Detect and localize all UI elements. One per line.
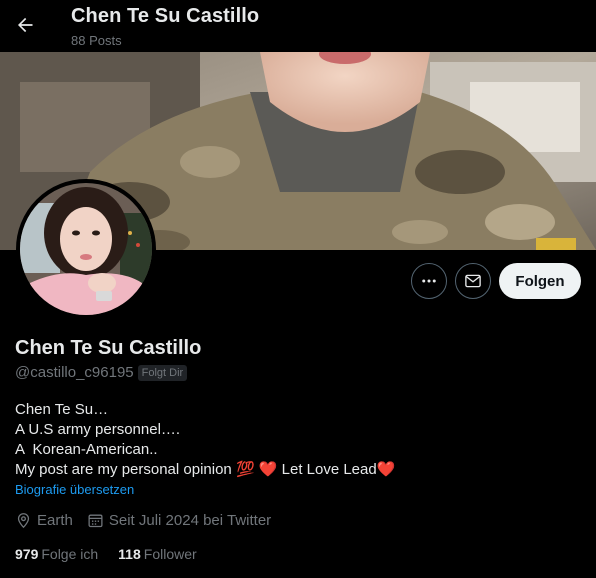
location-item: Earth	[15, 512, 73, 529]
posts-count: 88 Posts	[71, 33, 122, 48]
bio-line: A Korean-American..	[15, 441, 158, 458]
bio-line: Chen Te Su…	[15, 401, 109, 418]
joined-text: Seit Juli 2024 bei Twitter	[108, 512, 272, 529]
profile-avatar[interactable]	[16, 179, 156, 319]
following-count: 979	[15, 546, 39, 562]
followers-link[interactable]: 118 Follower	[118, 546, 197, 562]
handle-row: @castillo_c96195 Folgt Dir	[15, 364, 188, 381]
location-text: Earth	[37, 512, 73, 529]
follows-you-badge: Folgt Dir	[137, 364, 188, 381]
header-title: Chen Te Su Castillo	[71, 5, 260, 27]
arrow-left-icon	[18, 17, 33, 33]
more-icon	[422, 279, 436, 283]
calendar-icon	[88, 514, 103, 528]
following-link[interactable]: 979 Folge ich	[15, 546, 98, 562]
display-name: Chen Te Su Castillo	[15, 337, 202, 359]
more-options-button[interactable]	[411, 263, 447, 299]
envelope-icon	[465, 274, 481, 288]
location-pin-icon	[17, 513, 30, 529]
user-handle: @castillo_c96195	[15, 364, 134, 381]
joined-item: Seit Juli 2024 bei Twitter	[87, 512, 271, 529]
profile-meta: Earth Seit Juli 2024 bei Twitter	[15, 512, 285, 529]
followers-count: 118	[118, 546, 141, 562]
following-label: Folge ich	[41, 546, 99, 562]
message-button[interactable]	[455, 263, 491, 299]
top-bar: Chen Te Su Castillo 88 Posts	[0, 0, 596, 52]
translate-bio-link[interactable]: Biografie übersetzen	[15, 482, 134, 497]
follow-button[interactable]: Folgen	[499, 263, 581, 299]
bio: Chen Te Su… A U.S army personnel…. A Kor…	[15, 400, 395, 480]
bio-line: My post are my personal opinion 💯 ❤️ Let…	[15, 461, 396, 478]
follow-stats: 979 Folge ich 118 Follower	[15, 546, 217, 562]
back-button[interactable]	[10, 10, 40, 40]
followers-label: Follower	[143, 546, 197, 562]
avatar-image	[20, 183, 152, 315]
bio-line: A U.S army personnel….	[15, 421, 181, 438]
